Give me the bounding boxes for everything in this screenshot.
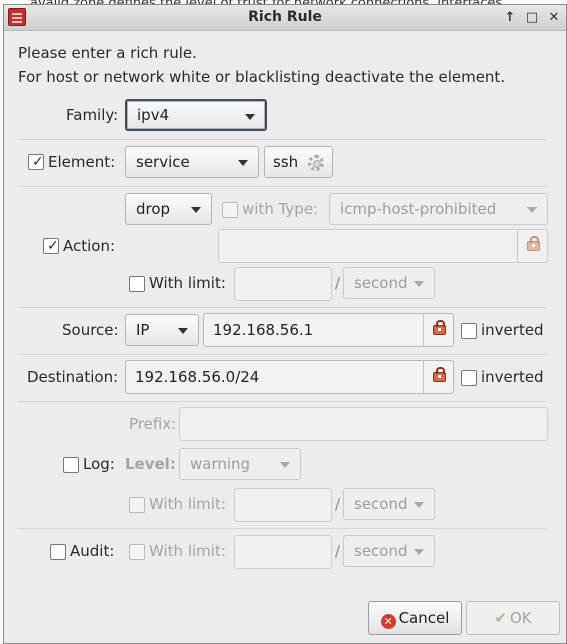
destination-entry[interactable]: 192.168.56.0/24: [125, 360, 454, 394]
chevron-down-icon: [238, 160, 248, 166]
ok-icon: ✔: [494, 609, 507, 627]
separator-slash: /: [335, 495, 341, 513]
cancel-icon: ✕: [380, 614, 396, 629]
chevron-down-icon: [414, 281, 424, 287]
destination-label: Destination:: [27, 368, 119, 386]
family-value: ipv4: [137, 106, 170, 124]
separator-slash: /: [335, 274, 341, 292]
action-with-limit-checkbox[interactable]: [129, 276, 145, 292]
separator: [17, 528, 547, 529]
source-type-combo[interactable]: IP: [125, 314, 199, 346]
chevron-down-icon: [178, 328, 188, 334]
separator: [17, 186, 547, 187]
action-type-value: drop: [136, 200, 171, 218]
element-value-button[interactable]: ssh: [264, 146, 333, 178]
keep-above-icon[interactable]: ↑: [501, 9, 519, 27]
destination-value: 192.168.56.0/24: [135, 368, 260, 386]
ok-button[interactable]: ✔ OK: [466, 601, 560, 635]
cancel-label: Cancel: [398, 609, 450, 627]
ok-label: OK: [509, 609, 532, 627]
element-value: ssh: [273, 153, 299, 171]
chevron-down-icon: [414, 549, 424, 555]
intro-line-1: Please enter a rich rule.: [18, 44, 197, 62]
check-icon: ✓: [47, 238, 59, 254]
maximize-icon[interactable]: □: [523, 9, 541, 27]
action-limit-unit-value: second: [354, 274, 408, 292]
destination-inverted-checkbox[interactable]: [461, 370, 477, 386]
chevron-down-icon: [245, 114, 255, 120]
title-bar[interactable]: Rich Rule ↑ □ ✕: [4, 5, 566, 31]
source-type-value: IP: [136, 321, 150, 339]
source-entry[interactable]: 192.168.56.1: [203, 313, 454, 347]
log-level-value: warning: [190, 455, 251, 473]
action-type-entry[interactable]: [218, 229, 548, 263]
with-type-checkbox[interactable]: [222, 202, 238, 218]
chevron-down-icon: [280, 462, 290, 468]
audit-label: Audit:: [70, 542, 115, 560]
log-with-limit-label: With limit:: [149, 495, 226, 513]
icmp-type-combo[interactable]: icmp-host-prohibited: [329, 193, 548, 225]
level-label: Level:: [125, 455, 176, 473]
log-limit-entry[interactable]: [234, 488, 332, 522]
chevron-down-icon: [191, 207, 201, 213]
prefix-label: Prefix:: [129, 415, 177, 433]
action-limit-unit-combo[interactable]: second: [343, 267, 435, 299]
with-type-label: with Type:: [242, 200, 319, 218]
separator: [17, 354, 547, 355]
log-with-limit-checkbox[interactable]: [129, 497, 145, 513]
log-checkbox[interactable]: [63, 457, 79, 473]
lock-icon: [433, 367, 446, 382]
intro-line-2: For host or network white or blacklistin…: [18, 68, 506, 86]
separator: [17, 139, 547, 140]
lock-icon: [433, 320, 446, 335]
audit-limit-unit-value: second: [354, 542, 408, 560]
element-label: Element:: [48, 153, 116, 171]
log-limit-unit-combo[interactable]: second: [343, 488, 435, 520]
window-title: Rich Rule: [248, 9, 322, 25]
action-with-limit-label: With limit:: [149, 274, 226, 292]
action-checkbox[interactable]: ✓: [43, 238, 59, 254]
destination-inverted-label: inverted: [481, 368, 544, 386]
element-type-combo[interactable]: service: [125, 146, 259, 178]
chevron-down-icon: [527, 207, 537, 213]
element-checkbox[interactable]: ✓: [28, 154, 44, 170]
separator: [17, 401, 547, 402]
prefix-entry[interactable]: [179, 407, 548, 441]
audit-limit-unit-combo[interactable]: second: [343, 535, 435, 567]
lock-icon: [527, 236, 540, 251]
source-label: Source:: [62, 321, 119, 339]
close-icon[interactable]: ✕: [545, 9, 563, 27]
audit-with-limit-label: With limit:: [149, 542, 226, 560]
log-limit-unit-value: second: [354, 495, 408, 513]
audit-limit-entry[interactable]: [234, 535, 332, 569]
audit-checkbox[interactable]: [50, 544, 66, 560]
separator: [17, 307, 547, 308]
log-level-combo[interactable]: warning: [179, 448, 301, 480]
action-label: Action:: [63, 237, 116, 255]
chevron-down-icon: [414, 502, 424, 508]
separator-slash: /: [335, 542, 341, 560]
gear-icon: [308, 155, 324, 171]
action-limit-entry[interactable]: [234, 267, 332, 301]
source-inverted-label: inverted: [481, 321, 544, 339]
check-icon: ✓: [32, 154, 44, 170]
source-inverted-checkbox[interactable]: [461, 323, 477, 339]
cancel-button[interactable]: ✕ Cancel: [368, 601, 462, 635]
family-label: Family:: [66, 106, 119, 124]
element-type-value: service: [136, 153, 190, 171]
audit-with-limit-checkbox[interactable]: [129, 544, 145, 560]
log-label: Log:: [83, 455, 115, 473]
family-combo[interactable]: ipv4: [125, 99, 267, 131]
icmp-type-value: icmp-host-prohibited: [340, 200, 497, 218]
source-value: 192.168.56.1: [213, 321, 314, 339]
action-type-combo[interactable]: drop: [125, 193, 212, 225]
